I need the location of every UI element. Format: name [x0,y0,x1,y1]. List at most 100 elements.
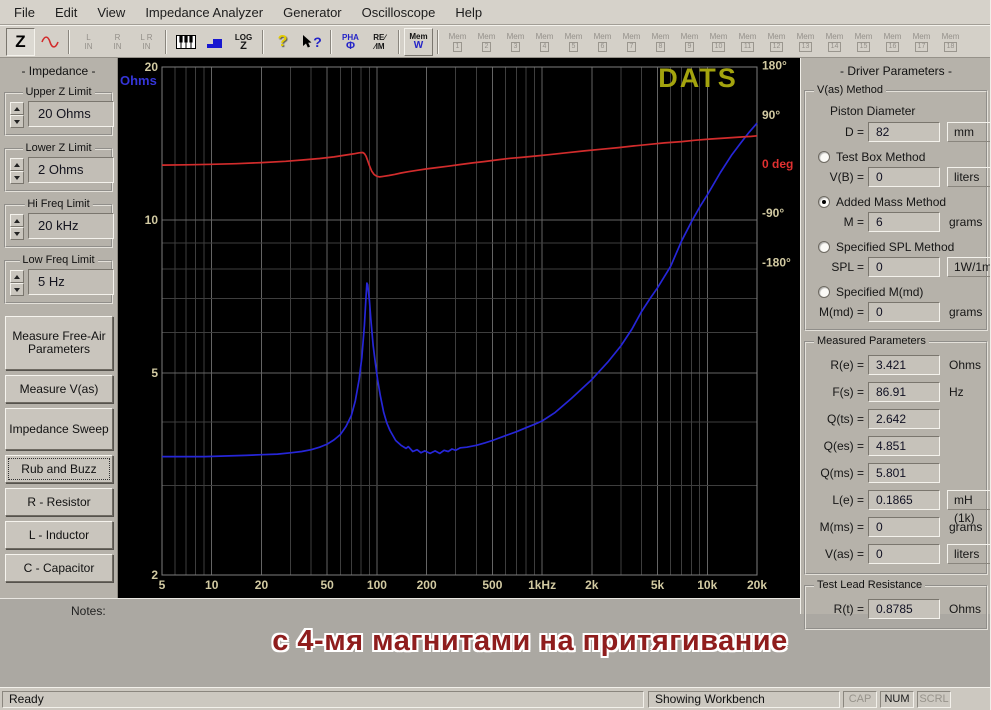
toolbar-mem-6-button[interactable]: Mem6 [588,28,617,56]
button-l-inductor[interactable]: L - Inductor [5,521,113,549]
button-measure-free-air-parameters[interactable]: Measure Free-Air Parameters [5,316,113,370]
menu-file[interactable]: File [4,0,45,25]
toolbar-mem-3-button[interactable]: Mem3 [501,28,530,56]
phase-icon: PHAΦ [342,33,359,51]
toolbar-stereo-input-button[interactable]: L RIN [132,28,161,56]
toolbar-mem-17-button[interactable]: Mem17 [907,28,936,56]
menu-generator[interactable]: Generator [273,0,352,25]
spin-down-button[interactable] [10,283,24,296]
toolbar-help-button[interactable]: ? [268,28,297,56]
toolbar-right-input-button[interactable]: RIN [103,28,132,56]
spin-up-button[interactable] [10,102,24,115]
spin-down-button[interactable] [10,115,24,128]
toolbar-context-help-button[interactable]: ? [297,28,326,56]
field-f-s-input[interactable]: 86.91 [868,382,940,402]
toolbar-impedance-button[interactable]: Z [6,28,35,56]
x-tick-label: 5k [651,578,665,592]
toolbar-separator [330,30,332,54]
radio-added-mass-method[interactable] [818,196,830,208]
spin-down-button[interactable] [10,227,24,240]
field-m-ms-input[interactable]: 0 [868,517,940,537]
toolbar-step-response-button[interactable] [200,28,229,56]
unit-label: grams [949,215,982,229]
toolbar-separator [68,30,70,54]
toolbar-mem-11-button[interactable]: Mem11 [733,28,762,56]
toolbar-left-input-button[interactable]: LIN [74,28,103,56]
test-lead-label: Test Lead Resistance [814,579,925,591]
mem-number: 15 [857,42,871,52]
toolbar-mem-16-button[interactable]: Mem16 [878,28,907,56]
field-q-es-input[interactable]: 4.851 [868,436,940,456]
toolbar-memory-workbench-button[interactable]: Mem W [404,28,433,56]
memory-workbench-icon: Mem W [409,32,427,51]
field-spl-input[interactable]: 0 [868,257,940,277]
spin-up-button[interactable] [10,158,24,171]
spin-up-button[interactable] [10,214,24,227]
field-m-input[interactable]: 6 [868,212,940,232]
field-v-as-input[interactable]: 0 [868,544,940,564]
radio-specified-m-md[interactable] [818,286,830,298]
spin-up-button[interactable] [10,270,24,283]
toolbar-signal-keyboard-button[interactable] [171,28,200,56]
mem-label: Mem [739,32,757,41]
button-r-resistor[interactable]: R - Resistor [5,488,113,516]
spin-down-button[interactable] [10,171,24,184]
toolbar-phase-button[interactable]: PHAΦ [336,28,365,56]
field-d-input[interactable]: 82 [868,122,940,142]
status-bar: Ready Showing Workbench CAPNUMSCRL [0,687,991,710]
unit-label: mH (1k) [947,490,991,510]
driver-parameters-title: - Driver Parameters - [801,58,991,80]
menu-view[interactable]: View [87,0,135,25]
field-label: Q(es) = [806,439,864,453]
toolbar-mem-12-button[interactable]: Mem12 [762,28,791,56]
field-q-ts-input[interactable]: 2.642 [868,409,940,429]
radio-specified-spl-method[interactable] [818,241,830,253]
button-c-capacitor[interactable]: C - Capacitor [5,554,113,582]
menu-help[interactable]: Help [445,0,492,25]
toolbar-mem-9-button[interactable]: Mem9 [675,28,704,56]
menu-oscilloscope[interactable]: Oscilloscope [352,0,446,25]
menu-edit[interactable]: Edit [45,0,87,25]
field-row-l-e: L(e) =0.1865mH (1k) [806,486,986,513]
toolbar-mem-13-button[interactable]: Mem13 [791,28,820,56]
field-r-e-input[interactable]: 3.421 [868,355,940,375]
unit-label: mm [947,122,991,142]
cursor-arrow-icon [301,34,312,49]
toolbar-mem-8-button[interactable]: Mem8 [646,28,675,56]
toolbar-mem-7-button[interactable]: Mem7 [617,28,646,56]
toolbar-mem-18-button[interactable]: Mem18 [936,28,965,56]
toolbar-real-imaginary-button[interactable]: RE∕∕IM [365,28,394,56]
field-q-ms-input[interactable]: 5.801 [868,463,940,483]
toolbar-mem-4-button[interactable]: Mem4 [530,28,559,56]
left-input-icon: LIN [85,33,93,51]
button-rub-and-buzz[interactable]: Rub and Buzz [5,455,113,483]
field-v-b-input[interactable]: 0 [868,167,940,187]
field-l-e-input[interactable]: 0.1865 [868,490,940,510]
field-m-md-input[interactable]: 0 [868,302,940,322]
toolbar-mem-10-button[interactable]: Mem10 [704,28,733,56]
up-arrow-icon [14,275,20,279]
menu-impedance-analyzer[interactable]: Impedance Analyzer [135,0,273,25]
vas-method-label: V(as) Method [814,84,886,96]
unit-label: Ohms [949,358,981,372]
group-label: Low Freq Limit [19,254,97,266]
ohms-axis-label: Ohms [120,73,157,88]
mem-number: 1 [453,42,463,52]
toolbar-log-impedance-button[interactable]: LOGZ [229,28,258,56]
dats-window: FileEditViewImpedance AnalyzerGeneratorO… [0,0,991,710]
toolbar-sine-generator-button[interactable] [35,28,64,56]
impedance-chart-canvas: 20105251020501002005001kHz2k5k10k20k180°… [118,58,800,598]
toolbar-mem-15-button[interactable]: Mem15 [849,28,878,56]
radio-test-box-method[interactable] [818,151,830,163]
toolbar-mem-14-button[interactable]: Mem14 [820,28,849,56]
toolbar-mem-1-button[interactable]: Mem1 [443,28,472,56]
field-row-v-as: V(as) =0liters [806,540,986,567]
button-measure-v-as[interactable]: Measure V(as) [5,375,113,403]
button-impedance-sweep[interactable]: Impedance Sweep [5,408,113,450]
toolbar-mem-5-button[interactable]: Mem5 [559,28,588,56]
field-label: V(as) = [806,547,864,561]
field-label: R(e) = [806,358,864,372]
mem-number: 18 [944,42,958,52]
toolbar-mem-2-button[interactable]: Mem2 [472,28,501,56]
field-r-t-input[interactable]: 0.8785 [868,599,940,619]
